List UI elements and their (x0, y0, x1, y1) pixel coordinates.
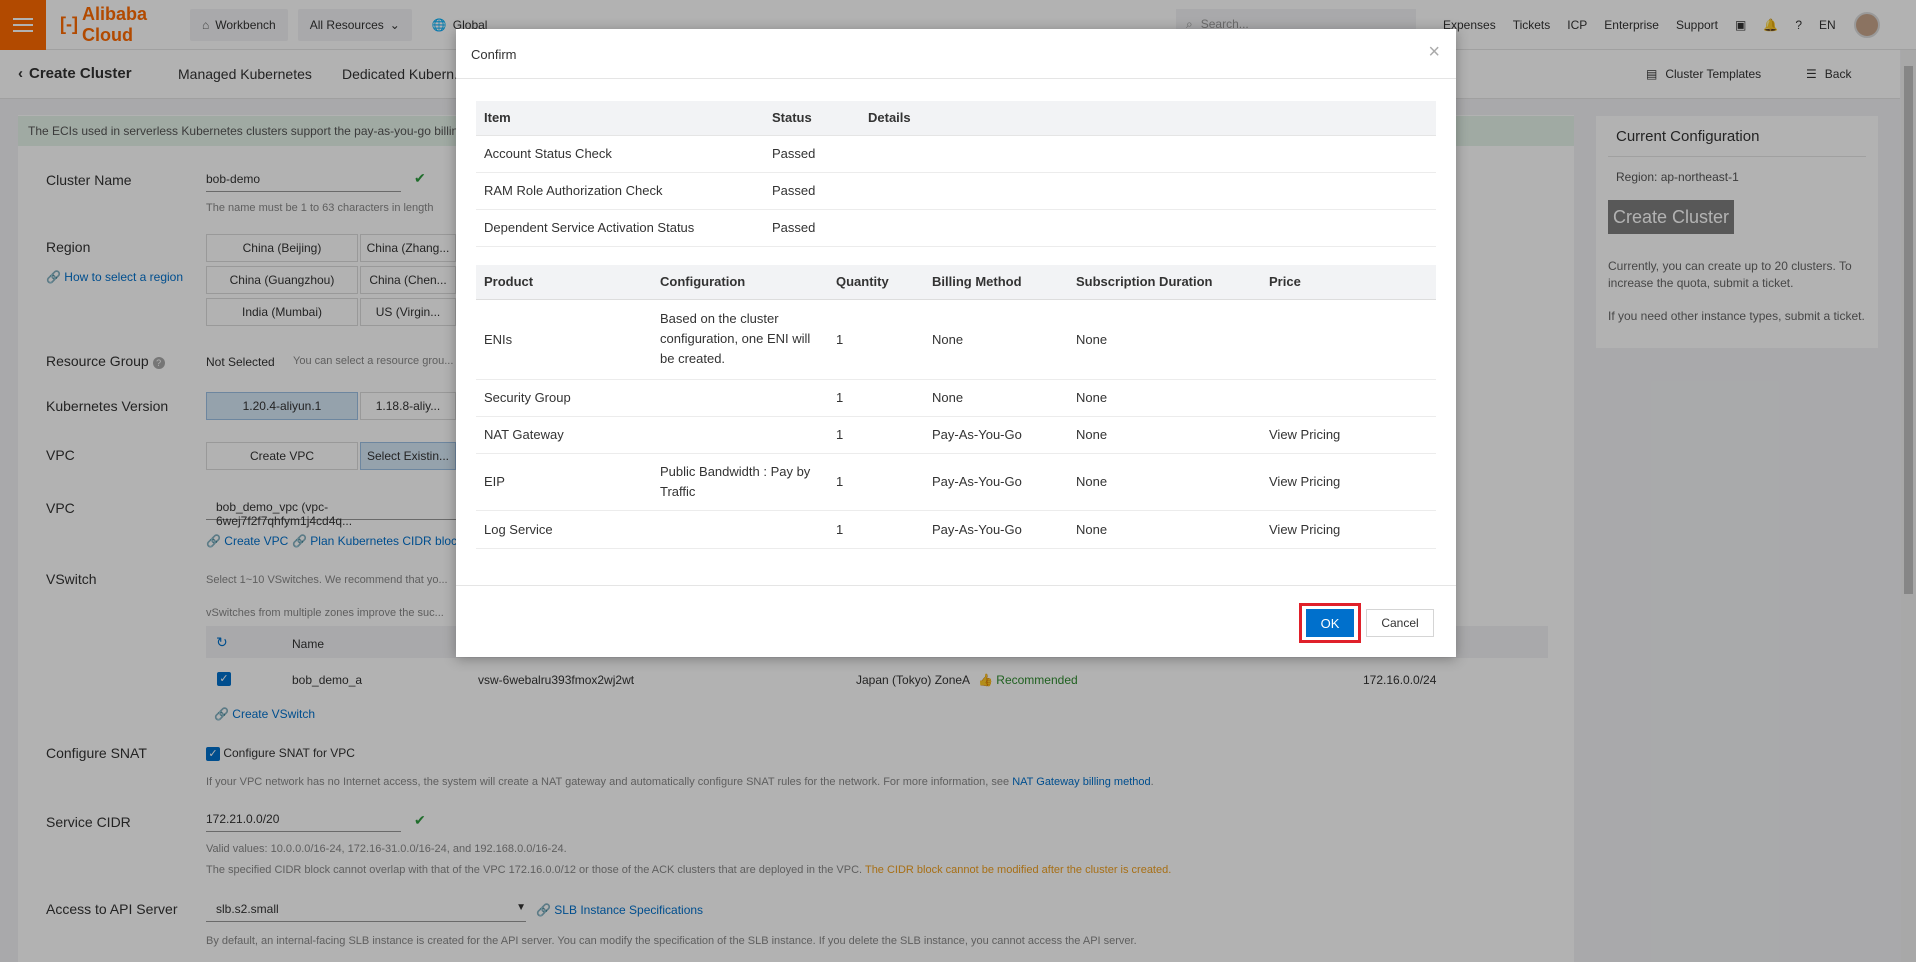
col-subscription-duration: Subscription Duration (1068, 265, 1261, 300)
table-row: RAM Role Authorization Check Passed (476, 172, 1436, 210)
cancel-button[interactable]: Cancel (1366, 609, 1434, 637)
ok-button[interactable]: OK (1306, 609, 1354, 637)
status-passed: Passed (764, 209, 860, 247)
col-quantity: Quantity (828, 265, 924, 300)
dialog-title: Confirm (471, 47, 517, 62)
col-price: Price (1261, 265, 1436, 300)
table-row: Log Service 1 Pay-As-You-Go None View Pricin… (476, 510, 1436, 549)
col-billing-method: Billing Method (924, 265, 1068, 300)
col-product: Product (476, 265, 652, 300)
confirm-dialog: Confirm × Item Status Details Account St… (456, 29, 1456, 657)
view-pricing-link[interactable]: View Pricing (1261, 453, 1436, 511)
col-details: Details (860, 101, 1436, 136)
table-row: EIP Public Bandwidth : Pay by Traffic 1 Pay… (476, 453, 1436, 511)
dialog-header: Confirm × (456, 29, 1456, 79)
checks-table: Item Status Details Account Status Check… (476, 101, 1436, 247)
table-row: ENIs Based on the cluster configuration, … (476, 299, 1436, 380)
status-passed: Passed (764, 135, 860, 173)
table-row: Dependent Service Activation Status Passe… (476, 209, 1436, 247)
status-passed: Passed (764, 172, 860, 210)
col-configuration: Configuration (652, 265, 828, 300)
col-item: Item (476, 101, 764, 136)
col-status: Status (764, 101, 860, 136)
products-table: Product Configuration Quantity Billing M… (476, 265, 1436, 549)
table-row: NAT Gateway 1 Pay-As-You-Go None View Pricin… (476, 416, 1436, 454)
table-row: Security Group 1 None None (476, 379, 1436, 417)
view-pricing-link[interactable]: View Pricing (1261, 510, 1436, 549)
view-pricing-link[interactable]: View Pricing (1261, 416, 1436, 454)
table-row: Account Status Check Passed (476, 135, 1436, 173)
close-icon[interactable]: × (1428, 41, 1440, 64)
